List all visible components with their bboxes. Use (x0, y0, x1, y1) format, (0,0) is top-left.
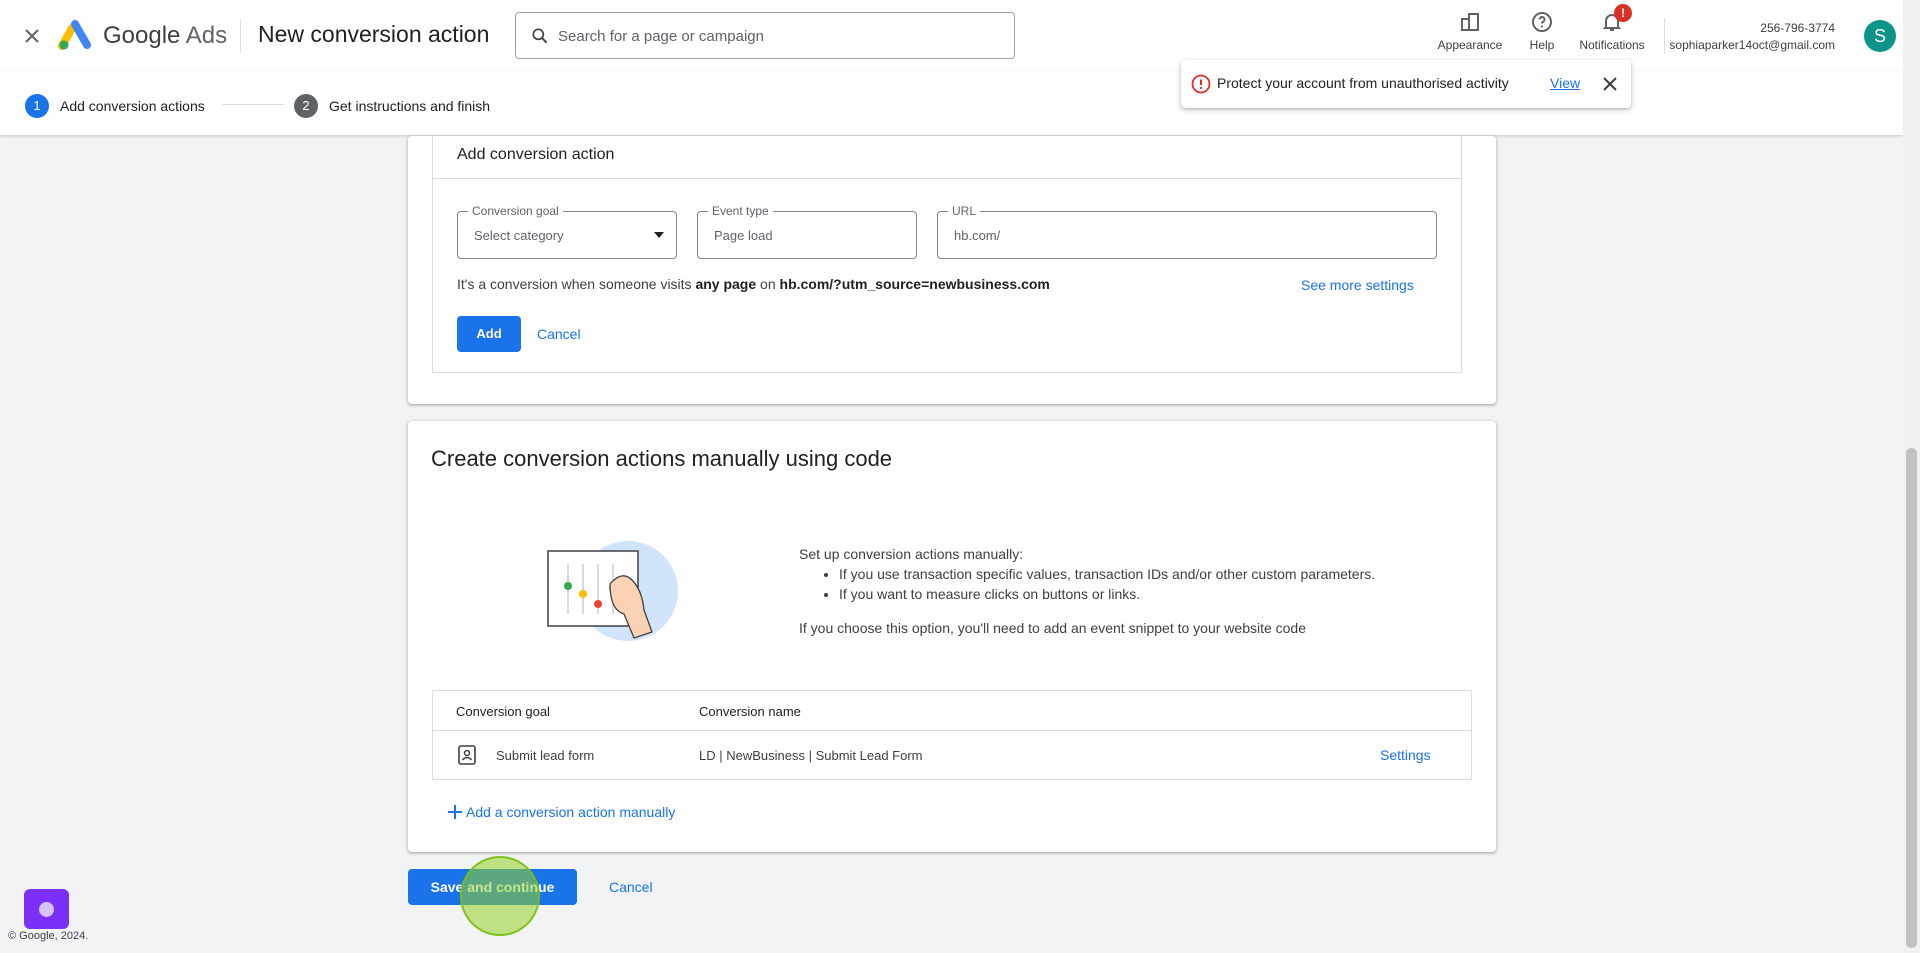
conversion-goal-select[interactable]: Conversion goal Select category (457, 204, 677, 259)
error-icon (1191, 74, 1211, 94)
step-label: Add conversion actions (60, 98, 205, 114)
conversion-description: It's a conversion when someone visits an… (457, 276, 1050, 292)
column-header: Conversion name (699, 704, 801, 719)
step-2: 2 Get instructions and finish (294, 94, 490, 118)
add-button[interactable]: Add (457, 316, 521, 352)
step-number: 1 (25, 94, 49, 118)
add-conversion-card: Add conversion action Conversion goal Se… (408, 136, 1496, 404)
lead-form-icon (458, 745, 476, 765)
plus-icon (448, 805, 462, 819)
help-icon (1532, 12, 1552, 32)
section-title: Create conversion actions manually using… (431, 446, 893, 471)
search-input[interactable] (558, 23, 998, 49)
dropdown-arrow-icon (654, 232, 664, 238)
cancel-link[interactable]: Cancel (537, 326, 581, 342)
setup-heading: Set up conversion actions manually: (799, 546, 1024, 562)
goal-cell: Submit lead form (496, 748, 595, 763)
account-phone: 256-796-3774 (1760, 21, 1835, 35)
appearance-icon (1461, 13, 1479, 31)
setup-bullets: If you use transaction specific values, … (839, 564, 1375, 604)
click-highlight (460, 856, 540, 936)
footer-cancel-link[interactable]: Cancel (609, 879, 653, 895)
add-manual-label: Add a conversion action manually (466, 804, 676, 820)
field-label: Event type (708, 204, 773, 218)
scrollbar-thumb[interactable] (1906, 448, 1917, 948)
account-info[interactable]: 256-796-3774 sophiaparker14oct@gmail.com (1669, 20, 1835, 54)
step-connector (222, 104, 284, 105)
close-icon[interactable] (20, 24, 44, 48)
column-header: Conversion goal (456, 704, 550, 719)
table-row: Submit lead form LD | NewBusiness | Subm… (433, 731, 1471, 780)
name-cell: LD | NewBusiness | Submit Lead Form (699, 748, 923, 763)
search-box[interactable] (515, 12, 1015, 59)
panel-heading: Add conversion action (433, 136, 1461, 179)
search-icon (532, 28, 548, 44)
toast-close-icon[interactable] (1599, 73, 1621, 95)
field-value: hb.com/ (954, 228, 1001, 243)
add-conversion-manually-link[interactable]: Add a conversion action manually (446, 803, 675, 821)
appearance-label: Appearance (1437, 38, 1503, 52)
add-conversion-panel: Add conversion action Conversion goal Se… (432, 136, 1462, 373)
notifications-button[interactable]: ! Notifications (1574, 4, 1650, 52)
help-button[interactable]: Help (1526, 10, 1558, 52)
toast-message: Protect your account from unauthorised a… (1217, 75, 1509, 91)
copyright: © Google, 2024. (8, 930, 89, 942)
toast-view-link[interactable]: View (1550, 75, 1580, 91)
avatar[interactable]: S (1864, 20, 1896, 52)
field-label: URL (948, 204, 981, 218)
appearance-button[interactable]: Appearance (1434, 10, 1506, 52)
url-field[interactable]: URL hb.com/ (937, 204, 1437, 259)
setup-note: If you choose this option, you'll need t… (799, 620, 1307, 636)
equalizer-illustration-icon (547, 541, 678, 641)
step-number: 2 (294, 94, 318, 118)
assistant-launcher-button[interactable] (24, 889, 69, 929)
account-email: sophiaparker14oct@gmail.com (1669, 38, 1835, 52)
step-label: Get instructions and finish (329, 98, 491, 114)
field-value: Select category (474, 228, 564, 243)
see-more-settings-link[interactable]: See more settings (1301, 277, 1414, 293)
list-item: If you want to measure clicks on buttons… (839, 584, 1375, 604)
manual-code-card: Create conversion actions manually using… (408, 421, 1496, 852)
settings-link[interactable]: Settings (1380, 747, 1431, 763)
brand-name: Google Ads (103, 22, 228, 49)
step-1: 1 Add conversion actions (25, 94, 205, 118)
notification-badge: ! (1614, 4, 1632, 22)
security-toast: Protect your account from unauthorised a… (1181, 60, 1631, 108)
notifications-label: Notifications (1579, 38, 1645, 52)
assistant-icon (39, 902, 54, 917)
table-header: Conversion goal Conversion name (433, 691, 1471, 731)
setup-instructions: Set up conversion actions manually: If y… (799, 544, 1375, 638)
header-divider (240, 19, 241, 53)
account-divider (1664, 18, 1665, 54)
conversion-table: Conversion goal Conversion name Submit l… (432, 690, 1472, 780)
google-ads-logo-icon (58, 20, 91, 50)
help-label: Help (1529, 38, 1555, 52)
field-value: Page load (714, 228, 773, 243)
list-item: If you use transaction specific values, … (839, 564, 1375, 584)
page-title: New conversion action (258, 21, 490, 47)
event-type-field[interactable]: Event type Page load (697, 204, 917, 259)
field-label: Conversion goal (468, 204, 563, 218)
